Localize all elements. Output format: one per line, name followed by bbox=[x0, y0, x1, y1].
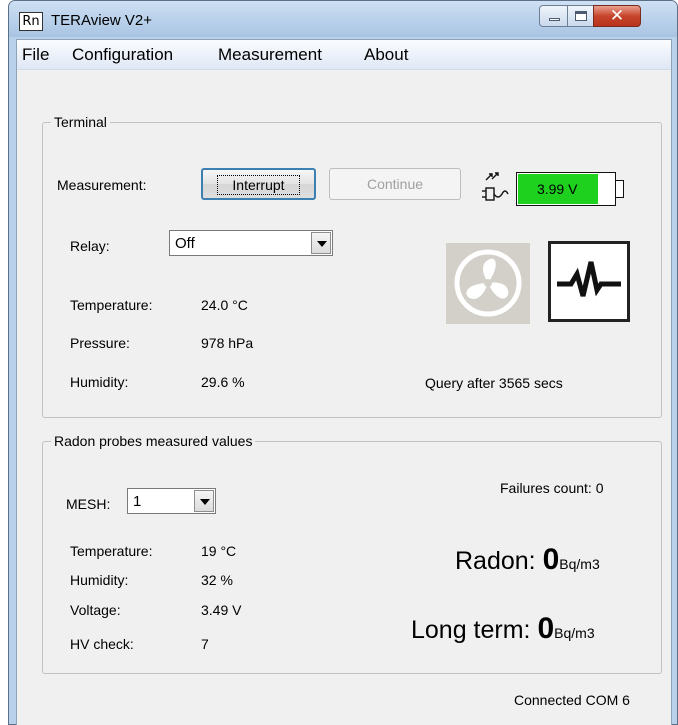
charging-plug-icon bbox=[482, 172, 509, 201]
relay-select[interactable]: Off bbox=[169, 230, 333, 256]
humidity-label: Humidity: bbox=[70, 374, 129, 390]
menu-file[interactable]: File bbox=[22, 45, 49, 65]
fan-icon bbox=[454, 249, 522, 317]
minimize-button[interactable] bbox=[539, 5, 568, 27]
terminal-group-label: Terminal bbox=[51, 114, 110, 130]
hv-check-label: HV check: bbox=[70, 636, 134, 652]
probe-voltage-value: 3.49 V bbox=[201, 602, 242, 618]
humidity-value: 29.6 % bbox=[201, 374, 245, 390]
menu-about[interactable]: About bbox=[364, 45, 408, 65]
battery-indicator: 3.99 V bbox=[516, 172, 616, 206]
heartbeat-pulse-icon bbox=[557, 261, 621, 297]
chevron-down-icon[interactable] bbox=[311, 232, 331, 254]
continue-button[interactable]: Continue bbox=[329, 168, 461, 200]
longterm-value: 0 bbox=[537, 612, 555, 645]
close-icon: ✕ bbox=[609, 6, 625, 26]
battery-cap bbox=[616, 180, 624, 198]
probe-temperature-label: Temperature: bbox=[70, 543, 153, 559]
radon-label: Radon: bbox=[455, 547, 536, 575]
menu-configuration[interactable]: Configuration bbox=[72, 45, 173, 65]
pressure-value: 978 hPa bbox=[201, 335, 254, 351]
relay-select-value: Off bbox=[175, 235, 195, 252]
maximize-button[interactable] bbox=[567, 5, 594, 27]
radon-value: 0 bbox=[542, 543, 560, 576]
query-countdown: Query after 3565 secs bbox=[425, 375, 563, 391]
pressure-label: Pressure: bbox=[70, 335, 130, 351]
hv-check-value: 7 bbox=[201, 636, 209, 652]
minimize-icon bbox=[549, 18, 560, 21]
title-bar[interactable]: Rn TERAview V2+ ✕ bbox=[9, 1, 677, 37]
temperature-value: 24.0 °C bbox=[201, 297, 248, 313]
longterm-readout: Long term: 0Bq/m3 bbox=[411, 612, 595, 646]
mesh-select[interactable]: 1 bbox=[127, 488, 216, 514]
temperature-label: Temperature: bbox=[70, 297, 153, 313]
menu-measurement[interactable]: Measurement bbox=[218, 45, 322, 65]
mesh-select-value: 1 bbox=[133, 493, 142, 510]
chevron-down-icon[interactable] bbox=[194, 490, 214, 512]
pulse-tile[interactable] bbox=[548, 241, 630, 322]
connection-status: Connected COM 6 bbox=[514, 692, 630, 708]
window-title: TERAview V2+ bbox=[51, 12, 153, 29]
interrupt-button[interactable]: Interrupt bbox=[201, 168, 316, 200]
radon-readout: Radon: 0Bq/m3 bbox=[455, 543, 600, 577]
relay-label: Relay: bbox=[70, 238, 110, 254]
close-button[interactable]: ✕ bbox=[593, 5, 641, 27]
probe-humidity-value: 32 % bbox=[201, 572, 233, 588]
radon-unit: Bq/m3 bbox=[559, 556, 600, 572]
measurement-label: Measurement: bbox=[57, 177, 147, 193]
longterm-label: Long term: bbox=[411, 616, 531, 644]
failures-count: Failures count: 0 bbox=[500, 480, 604, 496]
fan-tile[interactable] bbox=[446, 243, 530, 324]
menu-bar: File Configuration Measurement About bbox=[17, 40, 671, 70]
probe-voltage-label: Voltage: bbox=[70, 602, 121, 618]
battery-voltage: 3.99 V bbox=[536, 181, 578, 197]
probe-humidity-label: Humidity: bbox=[70, 572, 129, 588]
probes-group-label: Radon probes measured values bbox=[51, 433, 256, 449]
maximize-icon bbox=[575, 11, 587, 21]
interrupt-button-label: Interrupt bbox=[217, 175, 300, 195]
mesh-label: MESH: bbox=[66, 496, 111, 512]
continue-button-label: Continue bbox=[366, 176, 424, 192]
probe-temperature-value: 19 °C bbox=[201, 543, 237, 559]
longterm-unit: Bq/m3 bbox=[554, 625, 595, 641]
app-icon[interactable]: Rn bbox=[19, 12, 43, 31]
